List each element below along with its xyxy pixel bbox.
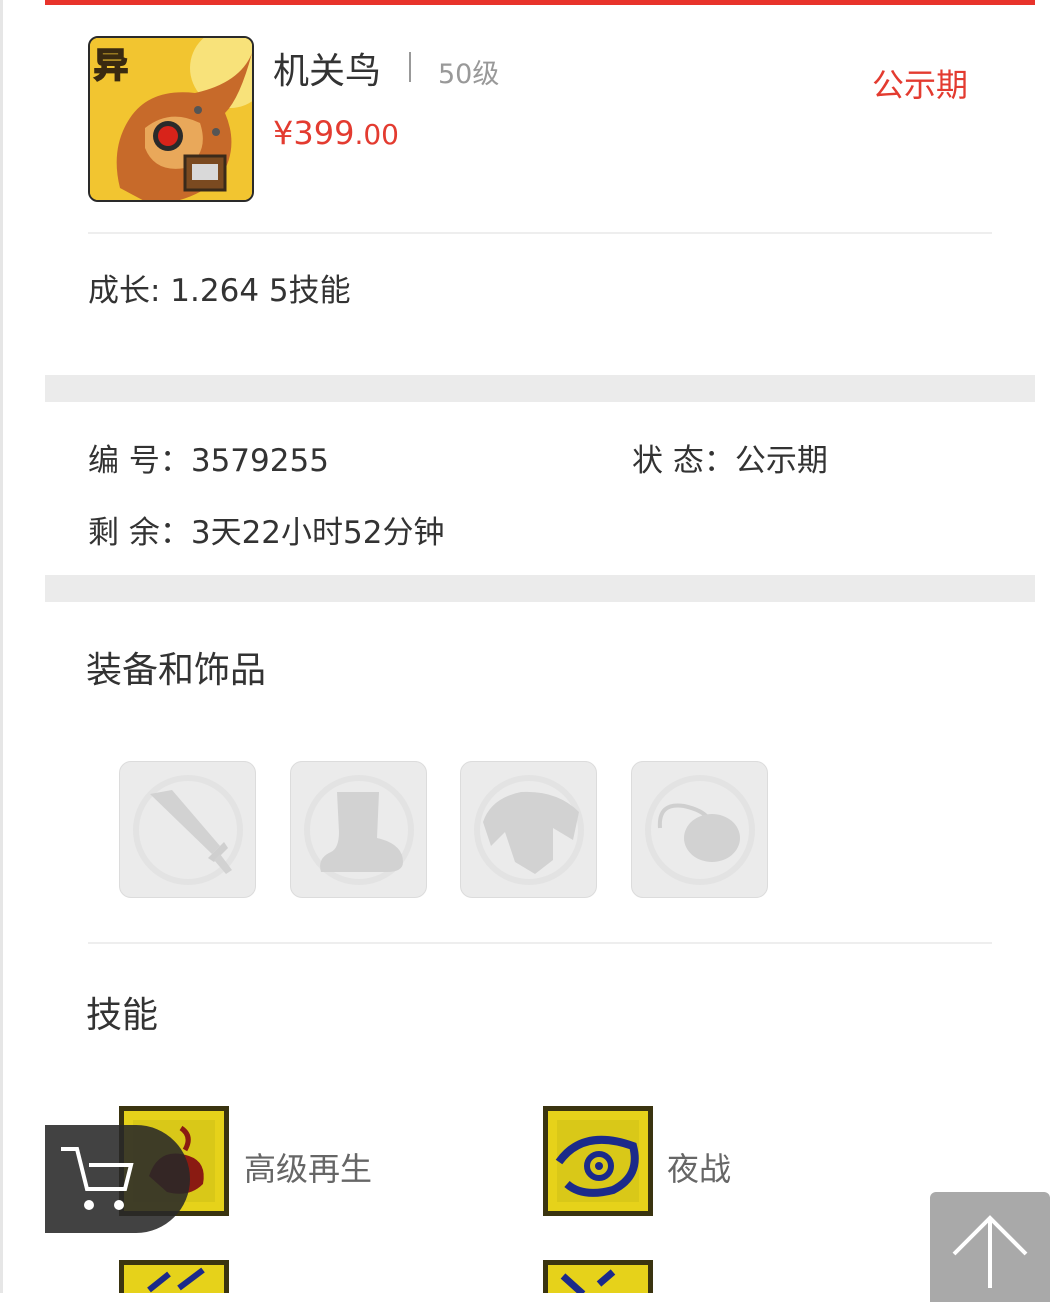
night-eye-icon xyxy=(543,1106,653,1216)
pet-name: 机关鸟 xyxy=(273,51,382,92)
section-gap-1 xyxy=(45,375,1035,402)
back-to-top-button[interactable] xyxy=(930,1192,1050,1302)
necklace-icon xyxy=(645,775,755,885)
skill-partial-icon xyxy=(119,1260,229,1293)
growth-summary: 成长: 1.264 5技能 xyxy=(88,273,351,309)
cart-button[interactable] xyxy=(45,1125,190,1233)
id-row: 编 号：3579255 xyxy=(88,435,329,480)
price: ¥399.00 xyxy=(273,114,399,152)
skill-partial-icon xyxy=(543,1260,653,1293)
skill-icon-partial-1[interactable] xyxy=(119,1260,229,1293)
remaining-value: 3天22小时52分钟 xyxy=(190,515,445,551)
top-accent-bar xyxy=(45,0,1035,5)
remaining-row: 剩 余：3天22小时52分钟 xyxy=(88,507,444,552)
price-decimal: .00 xyxy=(354,118,399,151)
id-value: 3579255 xyxy=(190,443,329,479)
left-edge xyxy=(0,0,3,1293)
equip-slot-armor[interactable] xyxy=(460,761,597,898)
equip-slot-weapon[interactable] xyxy=(119,761,256,898)
equip-slot-boots[interactable] xyxy=(290,761,427,898)
section-gap-2 xyxy=(45,575,1035,602)
avatar-badge: 异 xyxy=(93,45,129,87)
title-separator xyxy=(409,52,411,82)
equipment-title: 装备和饰品 xyxy=(86,650,267,691)
id-label: 编 号： xyxy=(88,443,191,479)
skill-night-battle-label: 夜战 xyxy=(667,1150,732,1188)
skill-night-battle[interactable] xyxy=(543,1106,653,1216)
equip-slot-accessory[interactable] xyxy=(631,761,768,898)
skill-icon-partial-2[interactable] xyxy=(543,1260,653,1293)
boot-icon xyxy=(304,775,414,885)
skill-regeneration-label: 高级再生 xyxy=(244,1150,373,1188)
pet-avatar[interactable]: 异 xyxy=(88,36,254,202)
sword-icon xyxy=(133,775,243,885)
status-badge: 公示期 xyxy=(872,66,969,104)
status-label: 状 态： xyxy=(632,443,735,479)
status-row: 状 态：公示期 xyxy=(632,435,828,480)
arrow-up-icon xyxy=(952,1215,1028,1288)
armor-icon xyxy=(474,775,584,885)
skills-title: 技能 xyxy=(86,995,159,1036)
status-value: 公示期 xyxy=(734,443,828,479)
header-divider xyxy=(88,232,992,234)
pet-level: 50级 xyxy=(438,59,500,90)
cart-icon xyxy=(61,1147,134,1210)
price-main: ¥399 xyxy=(273,114,355,152)
equipment-divider xyxy=(88,942,992,944)
remaining-label: 剩 余： xyxy=(88,515,191,551)
